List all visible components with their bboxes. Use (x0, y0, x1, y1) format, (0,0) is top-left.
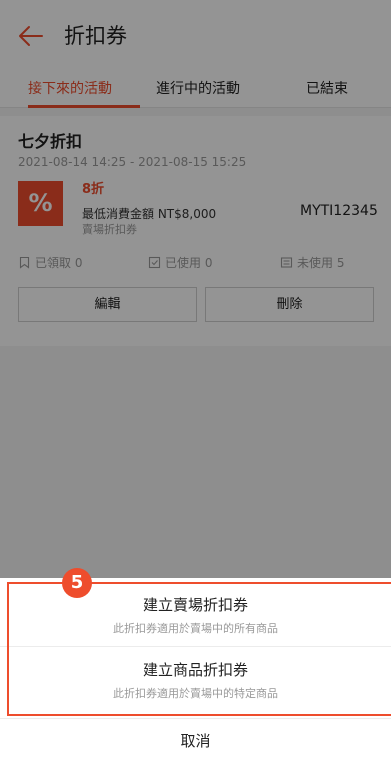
cancel-button[interactable]: 取消 (0, 718, 391, 762)
app-screen: 折扣券 接下來的活動 進行中的活動 已結束 七夕折扣 2021-08-14 14… (0, 0, 391, 762)
step-marker: 5 (62, 568, 92, 598)
highlight-frame (7, 582, 391, 716)
